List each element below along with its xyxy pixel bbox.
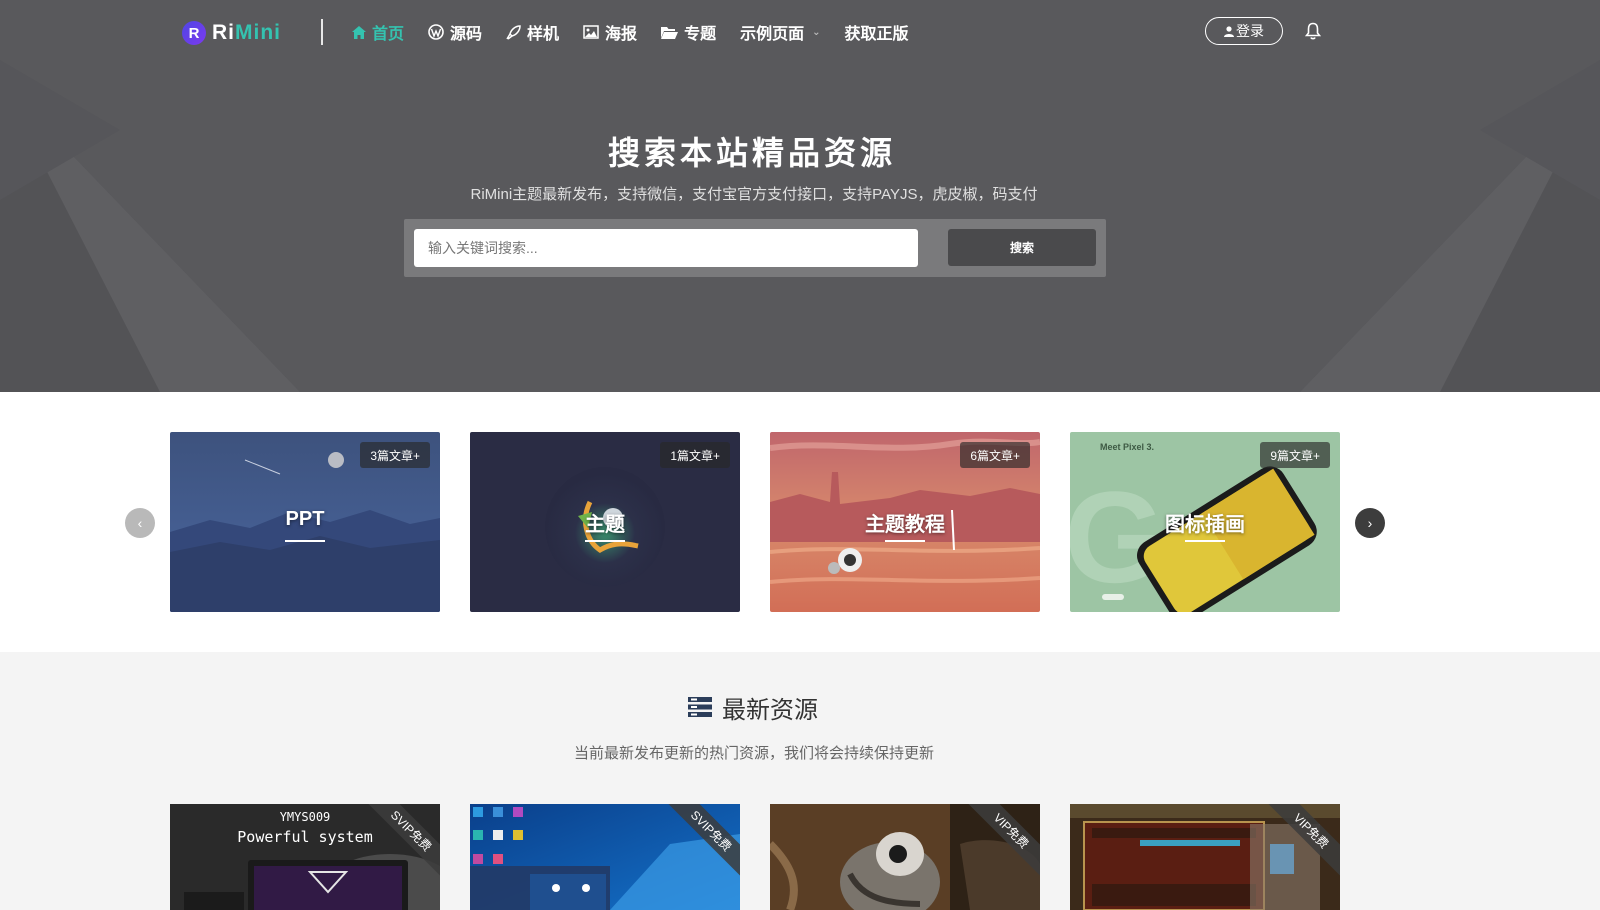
category-card-ppt[interactable]: 3篇文章+ PPT bbox=[170, 432, 440, 612]
svg-text:Meet Pixel 3.: Meet Pixel 3. bbox=[1100, 442, 1154, 452]
nav-item-sample-pages[interactable]: 示例页面 ⌄ bbox=[740, 20, 820, 44]
category-card-icon-illustration[interactable]: Go Meet Pixel 3. 9篇文章+ 图标插画 bbox=[1070, 432, 1340, 612]
nav-item-topics[interactable]: 专题 bbox=[661, 20, 716, 44]
login-button[interactable]: 登录 bbox=[1205, 17, 1283, 45]
nav-label: 示例页面 bbox=[740, 26, 805, 43]
hero-title: 搜索本站精品资源 bbox=[607, 135, 896, 171]
search-input[interactable] bbox=[414, 229, 918, 267]
server-list-icon bbox=[688, 697, 712, 717]
category-card-theme-tutorial[interactable]: 6篇文章+ 主题教程 bbox=[770, 432, 1040, 612]
ribbon-container: VIP免费 bbox=[1260, 804, 1340, 884]
login-label: 登录 bbox=[1236, 23, 1264, 39]
chevron-down-icon: ⌄ bbox=[812, 26, 821, 38]
nav-item-home[interactable]: 首页 bbox=[352, 20, 404, 44]
nav-item-poster[interactable]: 海报 bbox=[583, 20, 637, 44]
resource-card[interactable]: YMYS009 Powerful system SVIP免费 bbox=[170, 804, 440, 910]
category-title: 图标插画 bbox=[1165, 514, 1245, 536]
search-bar: 搜索 bbox=[404, 219, 1106, 277]
logo-text: RiMini bbox=[212, 21, 281, 45]
nav-label: 样机 bbox=[527, 26, 560, 43]
vip-ribbon: SVIP免费 bbox=[364, 804, 440, 878]
title-underline bbox=[585, 540, 625, 542]
logo-text-part1: Ri bbox=[212, 21, 235, 44]
image-icon bbox=[583, 25, 599, 39]
category-count-badge: 6篇文章+ bbox=[960, 442, 1030, 468]
vip-ribbon: VIP免费 bbox=[964, 804, 1040, 878]
rocket-icon bbox=[506, 24, 521, 40]
logo-mark: R bbox=[182, 21, 206, 45]
site-logo[interactable]: R RiMini bbox=[182, 20, 281, 46]
section-subtitle: 当前最新发布更新的热门资源，我们将会持续保持更新 bbox=[573, 745, 934, 762]
category-title: 主题 bbox=[585, 514, 625, 536]
latest-resources-section: 最新资源 当前最新发布更新的热门资源，我们将会持续保持更新 YMYS009 Po… bbox=[0, 652, 1600, 910]
category-count-badge: 9篇文章+ bbox=[1260, 442, 1330, 468]
category-card-theme[interactable]: 1篇文章+ 主题 bbox=[470, 432, 740, 612]
hero-subtitle: RiMini主题最新发布，支持微信，支付宝官方支付接口，支持PAYJS，虎皮椒，… bbox=[470, 186, 1038, 203]
folder-open-icon bbox=[661, 26, 679, 39]
resource-card[interactable]: VIP免费 bbox=[1070, 804, 1340, 910]
nav-divider bbox=[321, 19, 323, 45]
home-icon bbox=[352, 25, 366, 39]
resource-card[interactable]: SVIP免费 bbox=[470, 804, 740, 910]
vip-ribbon: VIP免费 bbox=[1264, 804, 1340, 878]
carousel-prev-button[interactable]: ‹ bbox=[125, 508, 155, 538]
section-title: 最新资源 bbox=[688, 692, 818, 724]
resource-card[interactable]: VIP免费 bbox=[770, 804, 1040, 910]
search-button[interactable]: 搜索 bbox=[948, 229, 1096, 266]
title-underline bbox=[1185, 540, 1225, 542]
wordpress-icon bbox=[428, 24, 444, 40]
category-carousel: ‹ 3篇文章+ PPT 1篇文章+ 主题 6篇文章+ 主题教程 Meet Pix… bbox=[0, 392, 1600, 652]
nav-item-get-license[interactable]: 获取正版 bbox=[844, 20, 908, 44]
nav-item-mockup[interactable]: 样机 bbox=[506, 20, 559, 44]
nav-label: 专题 bbox=[684, 26, 717, 43]
carousel-next-button[interactable]: › bbox=[1355, 508, 1385, 538]
logo-text-part2: Mini bbox=[235, 21, 281, 44]
category-count-badge: 3篇文章+ bbox=[360, 442, 430, 468]
top-navbar: R RiMini 首页 源码 样机 海报 专题 示例页面 ⌄ 获取正版 登录 bbox=[0, 0, 1600, 64]
vip-ribbon: SVIP免费 bbox=[664, 804, 740, 878]
title-underline bbox=[885, 540, 925, 542]
section-title-text: 最新资源 bbox=[722, 696, 818, 724]
nav-item-source[interactable]: 源码 bbox=[428, 20, 482, 44]
bell-icon[interactable] bbox=[1305, 22, 1321, 40]
nav-label: 海报 bbox=[605, 26, 638, 43]
main-nav: 首页 源码 样机 海报 专题 示例页面 ⌄ 获取正版 bbox=[352, 20, 933, 44]
nav-label: 源码 bbox=[450, 26, 483, 43]
category-title: 主题教程 bbox=[865, 514, 945, 536]
user-icon bbox=[1224, 25, 1234, 37]
ribbon-container: SVIP免费 bbox=[660, 804, 740, 884]
nav-label: 首页 bbox=[372, 26, 405, 43]
category-title: PPT bbox=[285, 508, 325, 530]
title-underline bbox=[285, 540, 325, 542]
ribbon-container: SVIP免费 bbox=[360, 804, 440, 884]
category-count-badge: 1篇文章+ bbox=[660, 442, 730, 468]
hero-banner: R RiMini 首页 源码 样机 海报 专题 示例页面 ⌄ 获取正版 登录 搜… bbox=[0, 0, 1600, 392]
nav-label: 获取正版 bbox=[844, 26, 909, 43]
ribbon-container: VIP免费 bbox=[960, 804, 1040, 884]
